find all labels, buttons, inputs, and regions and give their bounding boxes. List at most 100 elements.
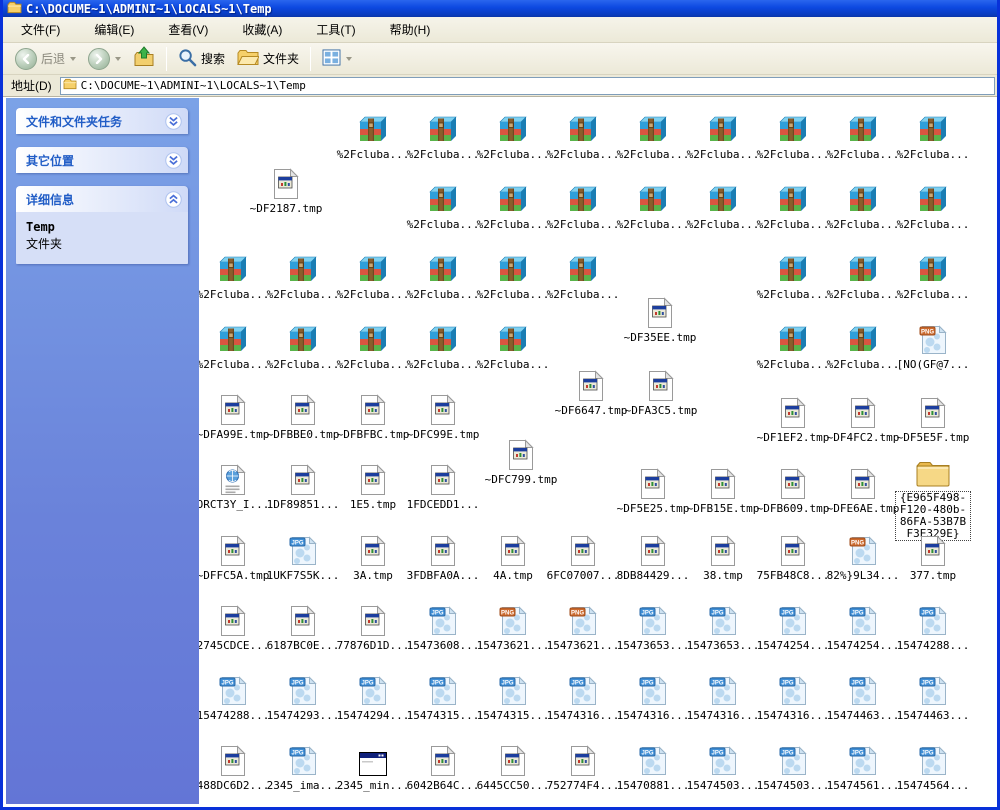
file-item[interactable]: 1E5.tmp <box>338 462 408 511</box>
file-item[interactable]: JPG 1UKF7S5K... <box>267 533 339 582</box>
file-item[interactable]: 8DB84429... <box>617 533 689 582</box>
file-item[interactable]: 6445CC50... <box>477 743 549 792</box>
file-item[interactable]: JPG 15474288... <box>199 673 269 722</box>
file-list-area[interactable]: %2Fcluba... %2Fcluba... %2Fcluba... %2Fc… <box>199 98 994 804</box>
file-item[interactable]: 4A.tmp <box>478 533 548 582</box>
file-item[interactable]: PNG 82%}9L34... <box>827 533 899 582</box>
file-item[interactable]: ~DFBBE0.tmp <box>267 392 339 441</box>
file-item[interactable]: 488DC6D2... <box>199 743 269 792</box>
file-item[interactable]: JPG 15474316... <box>757 673 829 722</box>
file-item[interactable]: ~DFB609.tmp <box>757 466 829 515</box>
forward-button[interactable] <box>82 45 127 73</box>
file-item[interactable]: ~DFC99E.tmp <box>407 392 479 441</box>
file-item[interactable]: ~DF4FC2.tmp <box>827 395 899 444</box>
file-item[interactable]: PNG [NO(GF@7... <box>897 322 969 371</box>
file-item[interactable]: %2Fcluba... <box>757 322 829 371</box>
search-button[interactable]: 搜索 <box>172 45 231 73</box>
file-item[interactable]: %2Fcluba... <box>477 112 549 161</box>
menu-favorites[interactable]: 收藏(A) <box>234 18 294 41</box>
file-item[interactable]: %2Fcluba... <box>687 112 759 161</box>
file-item[interactable]: JPG 15474288... <box>897 603 969 652</box>
file-item[interactable]: %2Fcluba... <box>477 322 549 371</box>
file-item[interactable]: %2Fcluba... <box>757 112 829 161</box>
file-item[interactable]: 75FB48C8... <box>757 533 829 582</box>
file-item[interactable]: %2Fcluba... <box>687 182 759 231</box>
file-item[interactable]: JPG 15474254... <box>757 603 829 652</box>
file-item[interactable]: %2Fcluba... <box>337 252 409 301</box>
file-item[interactable]: 6FC07007... <box>547 533 619 582</box>
file-item[interactable]: %2Fcluba... <box>897 252 969 301</box>
file-item[interactable]: %2Fcluba... <box>199 322 269 371</box>
file-item[interactable]: 77876D1D... <box>337 603 409 652</box>
file-item[interactable]: ORCT3Y_I... <box>199 462 269 511</box>
panel-other-places-header[interactable]: 其它位置 <box>16 147 188 173</box>
file-item[interactable]: ~DF2187.tmp <box>250 166 322 215</box>
file-item[interactable]: 2345_min... <box>337 743 409 792</box>
menu-help[interactable]: 帮助(H) <box>382 18 443 41</box>
views-dropdown-icon[interactable] <box>346 56 353 61</box>
file-item[interactable]: 752774F4... <box>547 743 619 792</box>
file-item[interactable]: 38.tmp <box>688 533 758 582</box>
file-item[interactable]: JPG 2345_ima... <box>267 743 339 792</box>
file-item[interactable]: %2Fcluba... <box>827 182 899 231</box>
chevron-double-down-icon[interactable] <box>165 112 182 130</box>
file-item[interactable]: ~DFE6AE.tmp <box>827 466 899 515</box>
file-item[interactable]: 6187BC0E... <box>267 603 339 652</box>
file-item[interactable]: JPG 15474564... <box>897 743 969 792</box>
file-item[interactable]: JPG 15474315... <box>477 673 549 722</box>
menu-edit[interactable]: 编辑(E) <box>86 18 146 41</box>
file-item[interactable]: JPG 15474315... <box>407 673 479 722</box>
file-item[interactable]: JPG 15474503... <box>757 743 829 792</box>
file-item[interactable]: %2Fcluba... <box>547 112 619 161</box>
file-item[interactable]: %2Fcluba... <box>199 252 269 301</box>
file-item[interactable]: {E965F498-F120-480b-86FA-53B7BF3E329E} <box>893 455 973 541</box>
file-item[interactable]: ~DF5E5F.tmp <box>897 395 969 444</box>
panel-details-header[interactable]: 详细信息 <box>16 186 188 212</box>
file-item[interactable]: %2Fcluba... <box>547 252 619 301</box>
panel-file-tasks-header[interactable]: 文件和文件夹任务 <box>16 108 188 134</box>
file-item[interactable]: JPG 15473653... <box>687 603 759 652</box>
file-item[interactable]: 1DF89851... <box>267 462 339 511</box>
folders-button[interactable]: 文件夹 <box>231 45 305 73</box>
file-item[interactable]: 2745CDCE... <box>199 603 269 652</box>
file-item[interactable]: ~DF6647.tmp <box>555 368 627 417</box>
file-item[interactable]: 377.tmp <box>898 533 968 582</box>
file-item[interactable]: JPG 15474463... <box>827 673 899 722</box>
file-item[interactable]: %2Fcluba... <box>407 182 479 231</box>
file-item[interactable]: ~DFC799.tmp <box>485 437 557 486</box>
file-item[interactable]: ~DFFC5A.tmp <box>199 533 269 582</box>
file-item[interactable]: JPG 15474254... <box>827 603 899 652</box>
file-item[interactable]: %2Fcluba... <box>407 322 479 371</box>
chevron-double-down-icon[interactable] <box>165 151 182 169</box>
file-item[interactable]: %2Fcluba... <box>617 182 689 231</box>
file-item[interactable]: JPG 15474293... <box>267 673 339 722</box>
file-item[interactable]: %2Fcluba... <box>547 182 619 231</box>
file-item[interactable]: PNG 15473621... <box>547 603 619 652</box>
file-item[interactable]: %2Fcluba... <box>477 252 549 301</box>
file-item[interactable]: 3A.tmp <box>338 533 408 582</box>
back-dropdown-icon[interactable] <box>70 56 77 61</box>
file-item[interactable]: %2Fcluba... <box>337 112 409 161</box>
file-item[interactable]: %2Fcluba... <box>617 112 689 161</box>
file-item[interactable]: JPG 15474316... <box>547 673 619 722</box>
file-item[interactable]: %2Fcluba... <box>897 112 969 161</box>
file-item[interactable]: %2Fcluba... <box>897 182 969 231</box>
title-bar[interactable]: C:\DOCUME~1\ADMINI~1\LOCALS~1\Temp <box>3 0 997 17</box>
file-item[interactable]: PNG 15473621... <box>477 603 549 652</box>
address-box[interactable] <box>59 76 995 95</box>
file-item[interactable]: ~DFBFBC.tmp <box>337 392 409 441</box>
file-item[interactable]: JPG 15474316... <box>617 673 689 722</box>
file-item[interactable]: %2Fcluba... <box>267 322 339 371</box>
file-item[interactable]: %2Fcluba... <box>827 112 899 161</box>
file-item[interactable]: %2Fcluba... <box>267 252 339 301</box>
address-input[interactable] <box>80 78 994 93</box>
file-item[interactable]: JPG 15470881... <box>617 743 689 792</box>
file-item[interactable]: %2Fcluba... <box>407 112 479 161</box>
file-item[interactable]: %2Fcluba... <box>827 252 899 301</box>
file-item[interactable]: JPG 15474316... <box>687 673 759 722</box>
menu-tools[interactable]: 工具(T) <box>308 18 367 41</box>
chevron-double-up-icon[interactable] <box>165 190 182 208</box>
file-item[interactable]: %2Fcluba... <box>337 322 409 371</box>
file-item[interactable]: 1FDCEDD1... <box>407 462 479 511</box>
file-item[interactable]: %2Fcluba... <box>827 322 899 371</box>
